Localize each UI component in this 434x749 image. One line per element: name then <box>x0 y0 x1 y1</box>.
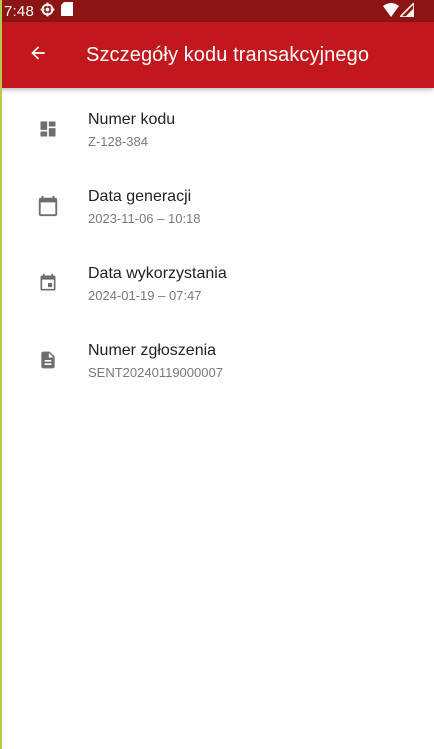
page-title: Szczegóły kodu transakcyjnego <box>86 43 370 66</box>
detail-value: 2024-01-19 – 07:47 <box>88 288 202 303</box>
signal-icon <box>398 1 415 21</box>
detail-value: SENT20240119000007 <box>88 365 223 380</box>
detail-label: Numer zgłoszenia <box>88 342 217 359</box>
calendar-icon <box>36 194 60 218</box>
event-icon <box>36 271 60 295</box>
window-edge <box>0 0 2 749</box>
detail-item-generation-date: Data generacji 2023-11-06 – 10:18 <box>0 185 434 245</box>
detail-item-code-number: Numer kodu Z-128-384 <box>0 108 434 168</box>
app-bar: Szczegóły kodu transakcyjnego <box>0 22 434 88</box>
back-button[interactable] <box>10 27 66 83</box>
detail-item-submission-number: Numer zgłoszenia SENT20240119000007 <box>0 339 434 399</box>
status-right-icons <box>383 1 415 21</box>
detail-label: Data wykorzystania <box>88 265 227 282</box>
detail-label: Data generacji <box>88 188 192 205</box>
document-icon <box>36 348 60 372</box>
settings-icon <box>40 2 55 21</box>
detail-value: Z-128-384 <box>88 134 148 149</box>
status-bar: 7:48 <box>0 0 434 22</box>
detail-label: Numer kodu <box>88 111 176 128</box>
status-left-icons <box>40 2 73 21</box>
detail-value: 2023-11-06 – 10:18 <box>88 211 201 226</box>
screen: 7:48 Szczegóły kodu transakcyjnego Numer… <box>0 0 434 749</box>
detail-item-usage-date: Data wykorzystania 2024-01-19 – 07:47 <box>0 262 434 322</box>
status-time: 7:48 <box>4 2 34 20</box>
dashboard-icon <box>36 117 60 141</box>
sd-card-icon <box>61 2 73 20</box>
arrow-back-icon <box>28 43 48 68</box>
wifi-icon <box>383 3 399 21</box>
